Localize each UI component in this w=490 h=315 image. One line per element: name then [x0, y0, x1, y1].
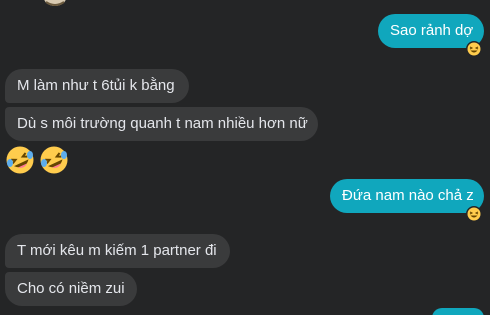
message-text: M làm như t 6tủi k bằng: [17, 77, 175, 94]
message-text: Dù s môi trường quanh t nam nhiều hơn nữ: [17, 115, 308, 132]
message-text: T mới kêu m kiếm 1 partner đi: [17, 242, 217, 259]
incoming-message-bubble[interactable]: Dù s môi trường quanh t nam nhiều hơn nữ: [5, 107, 318, 141]
incoming-message-bubble[interactable]: T mới kêu m kiếm 1 partner đi: [5, 234, 230, 268]
rolling-on-floor-laughing-emoji-icon[interactable]: [39, 145, 69, 175]
rolling-on-floor-laughing-emoji-icon[interactable]: [5, 145, 35, 175]
message-text: Sao rảnh dợ: [390, 22, 474, 39]
outgoing-message-bubble-partial[interactable]: [432, 308, 484, 315]
laughing-emoji-reaction-icon[interactable]: [466, 41, 482, 57]
outgoing-message-bubble[interactable]: Đứa nam nào chả z: [330, 179, 484, 213]
partial-sticker-image: [42, 0, 68, 8]
incoming-message-bubble[interactable]: M làm như t 6tủi k bằng: [5, 69, 189, 103]
message-text: Đứa nam nào chả z: [342, 187, 474, 204]
incoming-message-bubble[interactable]: Cho có niềm zui: [5, 272, 137, 306]
laughing-emoji-reaction-icon[interactable]: [466, 206, 482, 222]
message-text: Cho có niềm zui: [17, 280, 125, 297]
